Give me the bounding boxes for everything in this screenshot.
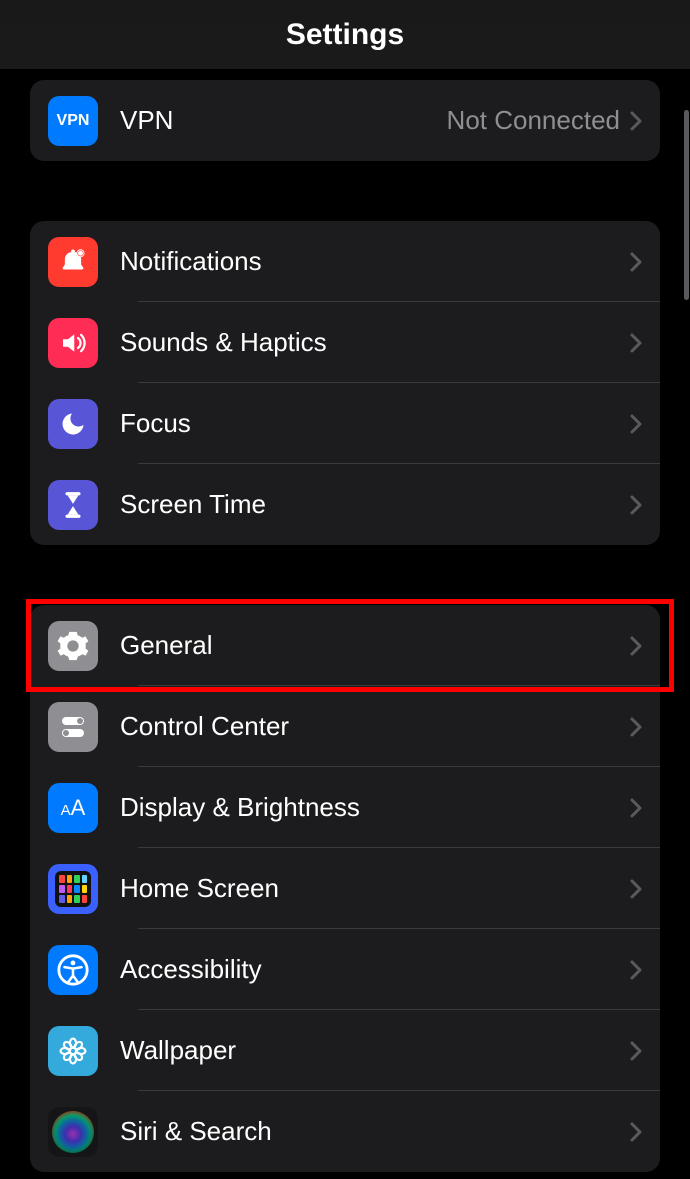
- bell-icon: [48, 237, 98, 287]
- row-label: Siri & Search: [120, 1116, 630, 1147]
- speaker-icon: [48, 318, 98, 368]
- row-wallpaper[interactable]: Wallpaper: [30, 1010, 660, 1091]
- chevron-right-icon: [630, 636, 642, 656]
- vpn-icon: VPN: [48, 96, 98, 146]
- chevron-right-icon: [630, 1122, 642, 1142]
- row-home-screen[interactable]: Home Screen: [30, 848, 660, 929]
- row-value: Not Connected: [447, 105, 620, 136]
- row-accessibility[interactable]: Accessibility: [30, 929, 660, 1010]
- settings-group-general: General Control Center AA Disp: [30, 605, 660, 1172]
- row-label: Home Screen: [120, 873, 630, 904]
- row-label: Notifications: [120, 246, 630, 277]
- chevron-right-icon: [630, 798, 642, 818]
- row-screentime[interactable]: Screen Time: [30, 464, 660, 545]
- text-size-icon: AA: [48, 783, 98, 833]
- chevron-right-icon: [630, 252, 642, 272]
- accessibility-icon: [48, 945, 98, 995]
- row-notifications[interactable]: Notifications: [30, 221, 660, 302]
- scrollbar[interactable]: [684, 110, 689, 300]
- chevron-right-icon: [630, 960, 642, 980]
- row-display[interactable]: AA Display & Brightness: [30, 767, 660, 848]
- row-label: Control Center: [120, 711, 630, 742]
- chevron-right-icon: [630, 333, 642, 353]
- header-bar: Settings: [0, 0, 690, 70]
- siri-icon: [48, 1107, 98, 1157]
- settings-group-connectivity: VPN VPN Not Connected: [30, 80, 660, 161]
- row-label: Wallpaper: [120, 1035, 630, 1066]
- moon-icon: [48, 399, 98, 449]
- settings-content: VPN VPN Not Connected Notifications So: [0, 70, 690, 1179]
- chevron-right-icon: [630, 111, 642, 131]
- row-label: Display & Brightness: [120, 792, 630, 823]
- row-label: General: [120, 630, 630, 661]
- row-label: Sounds & Haptics: [120, 327, 630, 358]
- gear-icon: [48, 621, 98, 671]
- row-label: Screen Time: [120, 489, 630, 520]
- row-label: Accessibility: [120, 954, 630, 985]
- chevron-right-icon: [630, 879, 642, 899]
- flower-icon: [48, 1026, 98, 1076]
- row-focus[interactable]: Focus: [30, 383, 660, 464]
- row-control-center[interactable]: Control Center: [30, 686, 660, 767]
- row-label: Focus: [120, 408, 630, 439]
- chevron-right-icon: [630, 495, 642, 515]
- row-siri[interactable]: Siri & Search: [30, 1091, 660, 1172]
- row-label: VPN: [120, 105, 447, 136]
- home-grid-icon: [48, 864, 98, 914]
- toggles-icon: [48, 702, 98, 752]
- row-vpn[interactable]: VPN VPN Not Connected: [30, 80, 660, 161]
- chevron-right-icon: [630, 717, 642, 737]
- hourglass-icon: [48, 480, 98, 530]
- row-general[interactable]: General: [30, 605, 660, 686]
- row-sounds[interactable]: Sounds & Haptics: [30, 302, 660, 383]
- chevron-right-icon: [630, 414, 642, 434]
- page-title: Settings: [286, 18, 404, 52]
- chevron-right-icon: [630, 1041, 642, 1061]
- settings-group-notifications: Notifications Sounds & Haptics Focus: [30, 221, 660, 545]
